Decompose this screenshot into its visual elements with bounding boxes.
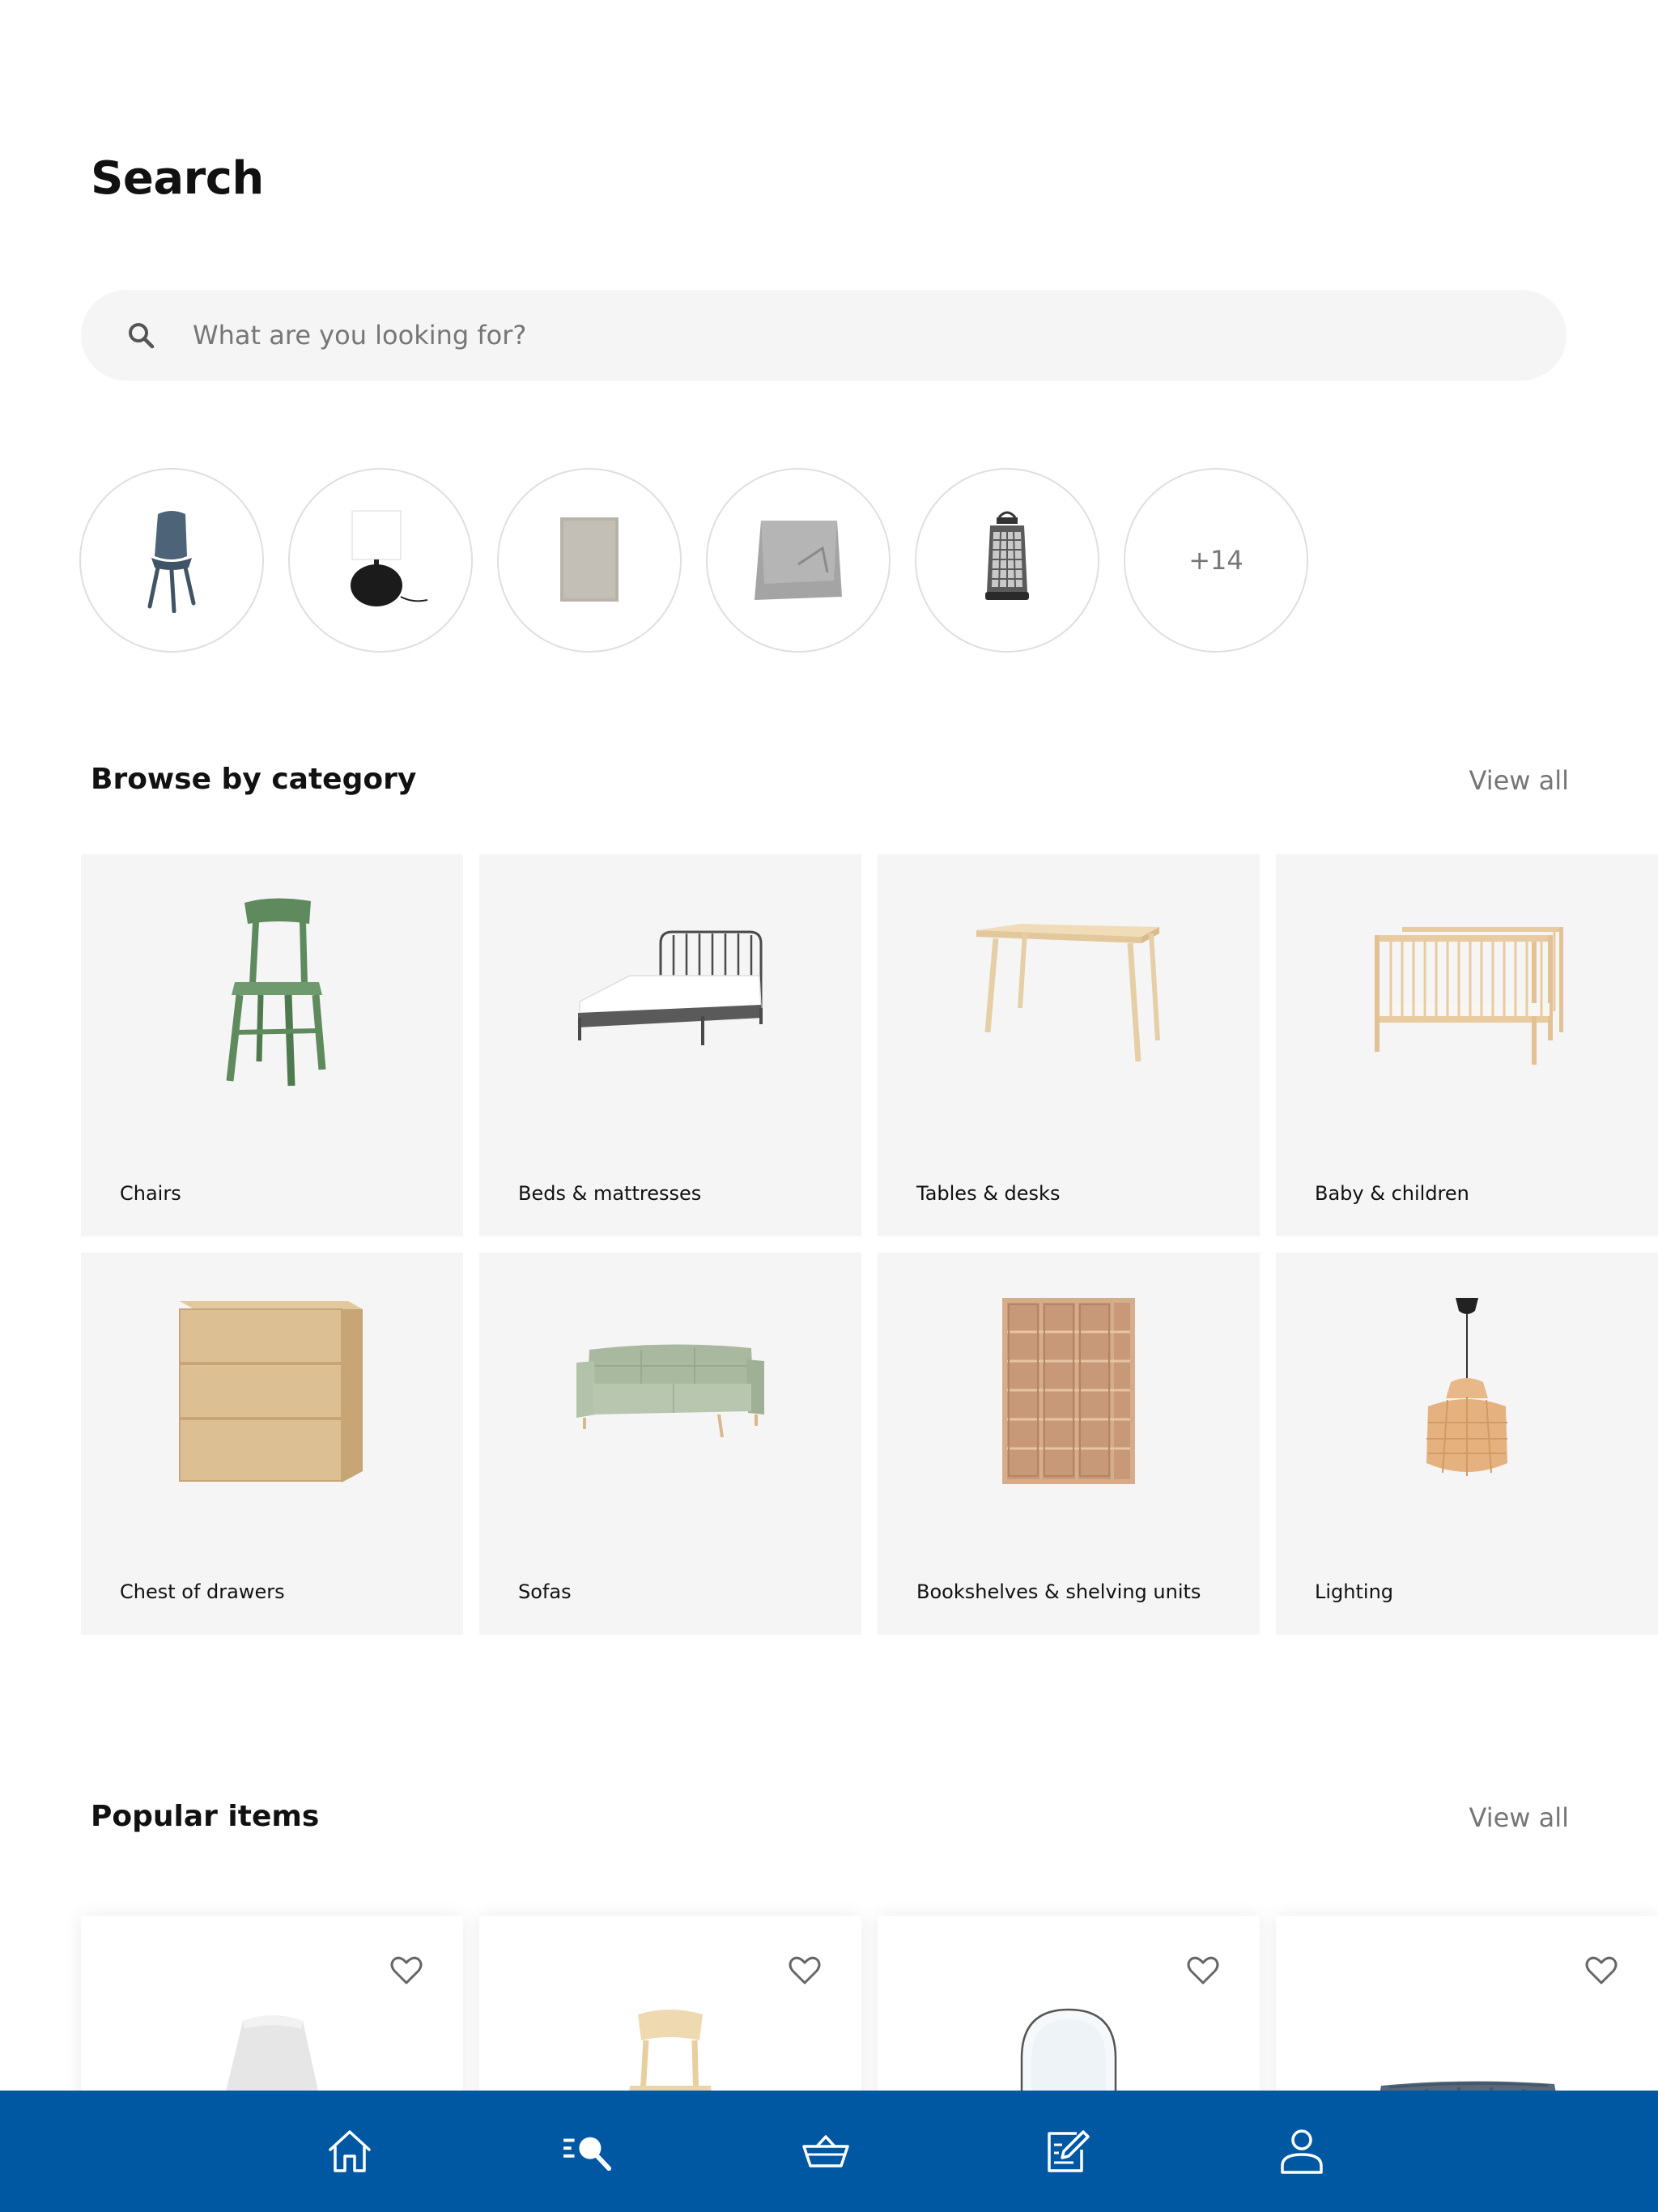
table-icon [976, 924, 1160, 1062]
shopping-list-icon [1048, 2130, 1090, 2172]
category-tile-beds[interactable]: Beds & mattresses [479, 854, 861, 1236]
sofa-icon [1378, 2081, 1558, 2102]
category-label: Bookshelves & shelving units [916, 1580, 1201, 1603]
recent-search-more[interactable]: +14 [1124, 468, 1308, 653]
category-label: Beds & mattresses [518, 1182, 702, 1205]
bed-icon [578, 930, 763, 1045]
nav-shopping-list[interactable] [1043, 2127, 1091, 2176]
sofa-icon [576, 1344, 764, 1438]
category-tile-baby[interactable]: Baby & children [1276, 854, 1658, 1236]
chair-icon [226, 898, 326, 1087]
lantern-icon [985, 511, 1029, 600]
category-tile-lighting[interactable]: Lighting [1276, 1253, 1658, 1635]
crib-icon [1375, 927, 1563, 1065]
heart-icon[interactable] [390, 1956, 423, 1985]
nav-profile[interactable] [1278, 2127, 1326, 2176]
category-label: Baby & children [1315, 1182, 1469, 1205]
category-tile-sofas[interactable]: Sofas [479, 1253, 861, 1635]
heart-icon[interactable] [1187, 1956, 1219, 1985]
browse-view-all-link[interactable]: View all [1469, 765, 1570, 796]
category-tile-chairs[interactable]: Chairs [81, 854, 463, 1236]
browse-category-title: Browse by category [91, 763, 417, 796]
search-list-icon [563, 2137, 612, 2171]
lamp-shade-icon [223, 2015, 321, 2102]
heart-icon[interactable] [789, 1956, 821, 1985]
recent-search-item[interactable] [497, 468, 682, 653]
profile-icon [1281, 2129, 1323, 2174]
search-page: Search What are you looking for? +14 Bro… [0, 0, 1658, 2212]
category-label: Tables & desks [916, 1182, 1061, 1205]
more-count-label: +14 [1188, 545, 1244, 576]
search-bar[interactable] [81, 290, 1567, 381]
chair-icon [147, 511, 196, 613]
basket-icon [802, 2135, 849, 2167]
mirror-icon [1020, 2008, 1117, 2102]
chest-of-drawers-icon [179, 1301, 363, 1482]
pendant-lamp-icon [1426, 1298, 1507, 1476]
home-icon [329, 2130, 371, 2172]
heart-icon[interactable] [1585, 1956, 1618, 1985]
nav-home[interactable] [325, 2127, 374, 2176]
popular-items-title: Popular items [91, 1800, 320, 1833]
recent-search-item[interactable] [288, 468, 473, 653]
recent-search-item[interactable] [79, 468, 264, 653]
popular-view-all-link[interactable]: View all [1469, 1802, 1570, 1833]
wooden-chair-icon [628, 2010, 712, 2102]
category-tile-bookshelves[interactable]: Bookshelves & shelving units [878, 1253, 1260, 1635]
page-title: Search [91, 152, 264, 205]
category-tile-tables[interactable]: Tables & desks [878, 854, 1260, 1236]
category-label: Chairs [120, 1182, 181, 1205]
recent-search-item[interactable] [706, 468, 891, 653]
category-tile-drawers[interactable]: Chest of drawers [81, 1253, 463, 1635]
rug-icon [560, 517, 619, 602]
category-grid: Chairs Beds & mattresses Tables & desks … [81, 854, 1658, 1638]
throw-blanket-icon [755, 521, 842, 600]
bottom-navigation-bar [0, 2091, 1658, 2212]
nav-search[interactable] [563, 2127, 612, 2176]
nav-basket[interactable] [801, 2127, 850, 2176]
bookshelf-icon [1002, 1298, 1135, 1484]
search-icon [129, 323, 155, 349]
category-label: Chest of drawers [120, 1580, 285, 1603]
recent-search-item[interactable] [915, 468, 1099, 653]
category-label: Sofas [518, 1580, 572, 1603]
category-label: Lighting [1315, 1580, 1394, 1603]
search-input[interactable] [193, 290, 1520, 381]
table-lamp-icon [351, 510, 428, 606]
